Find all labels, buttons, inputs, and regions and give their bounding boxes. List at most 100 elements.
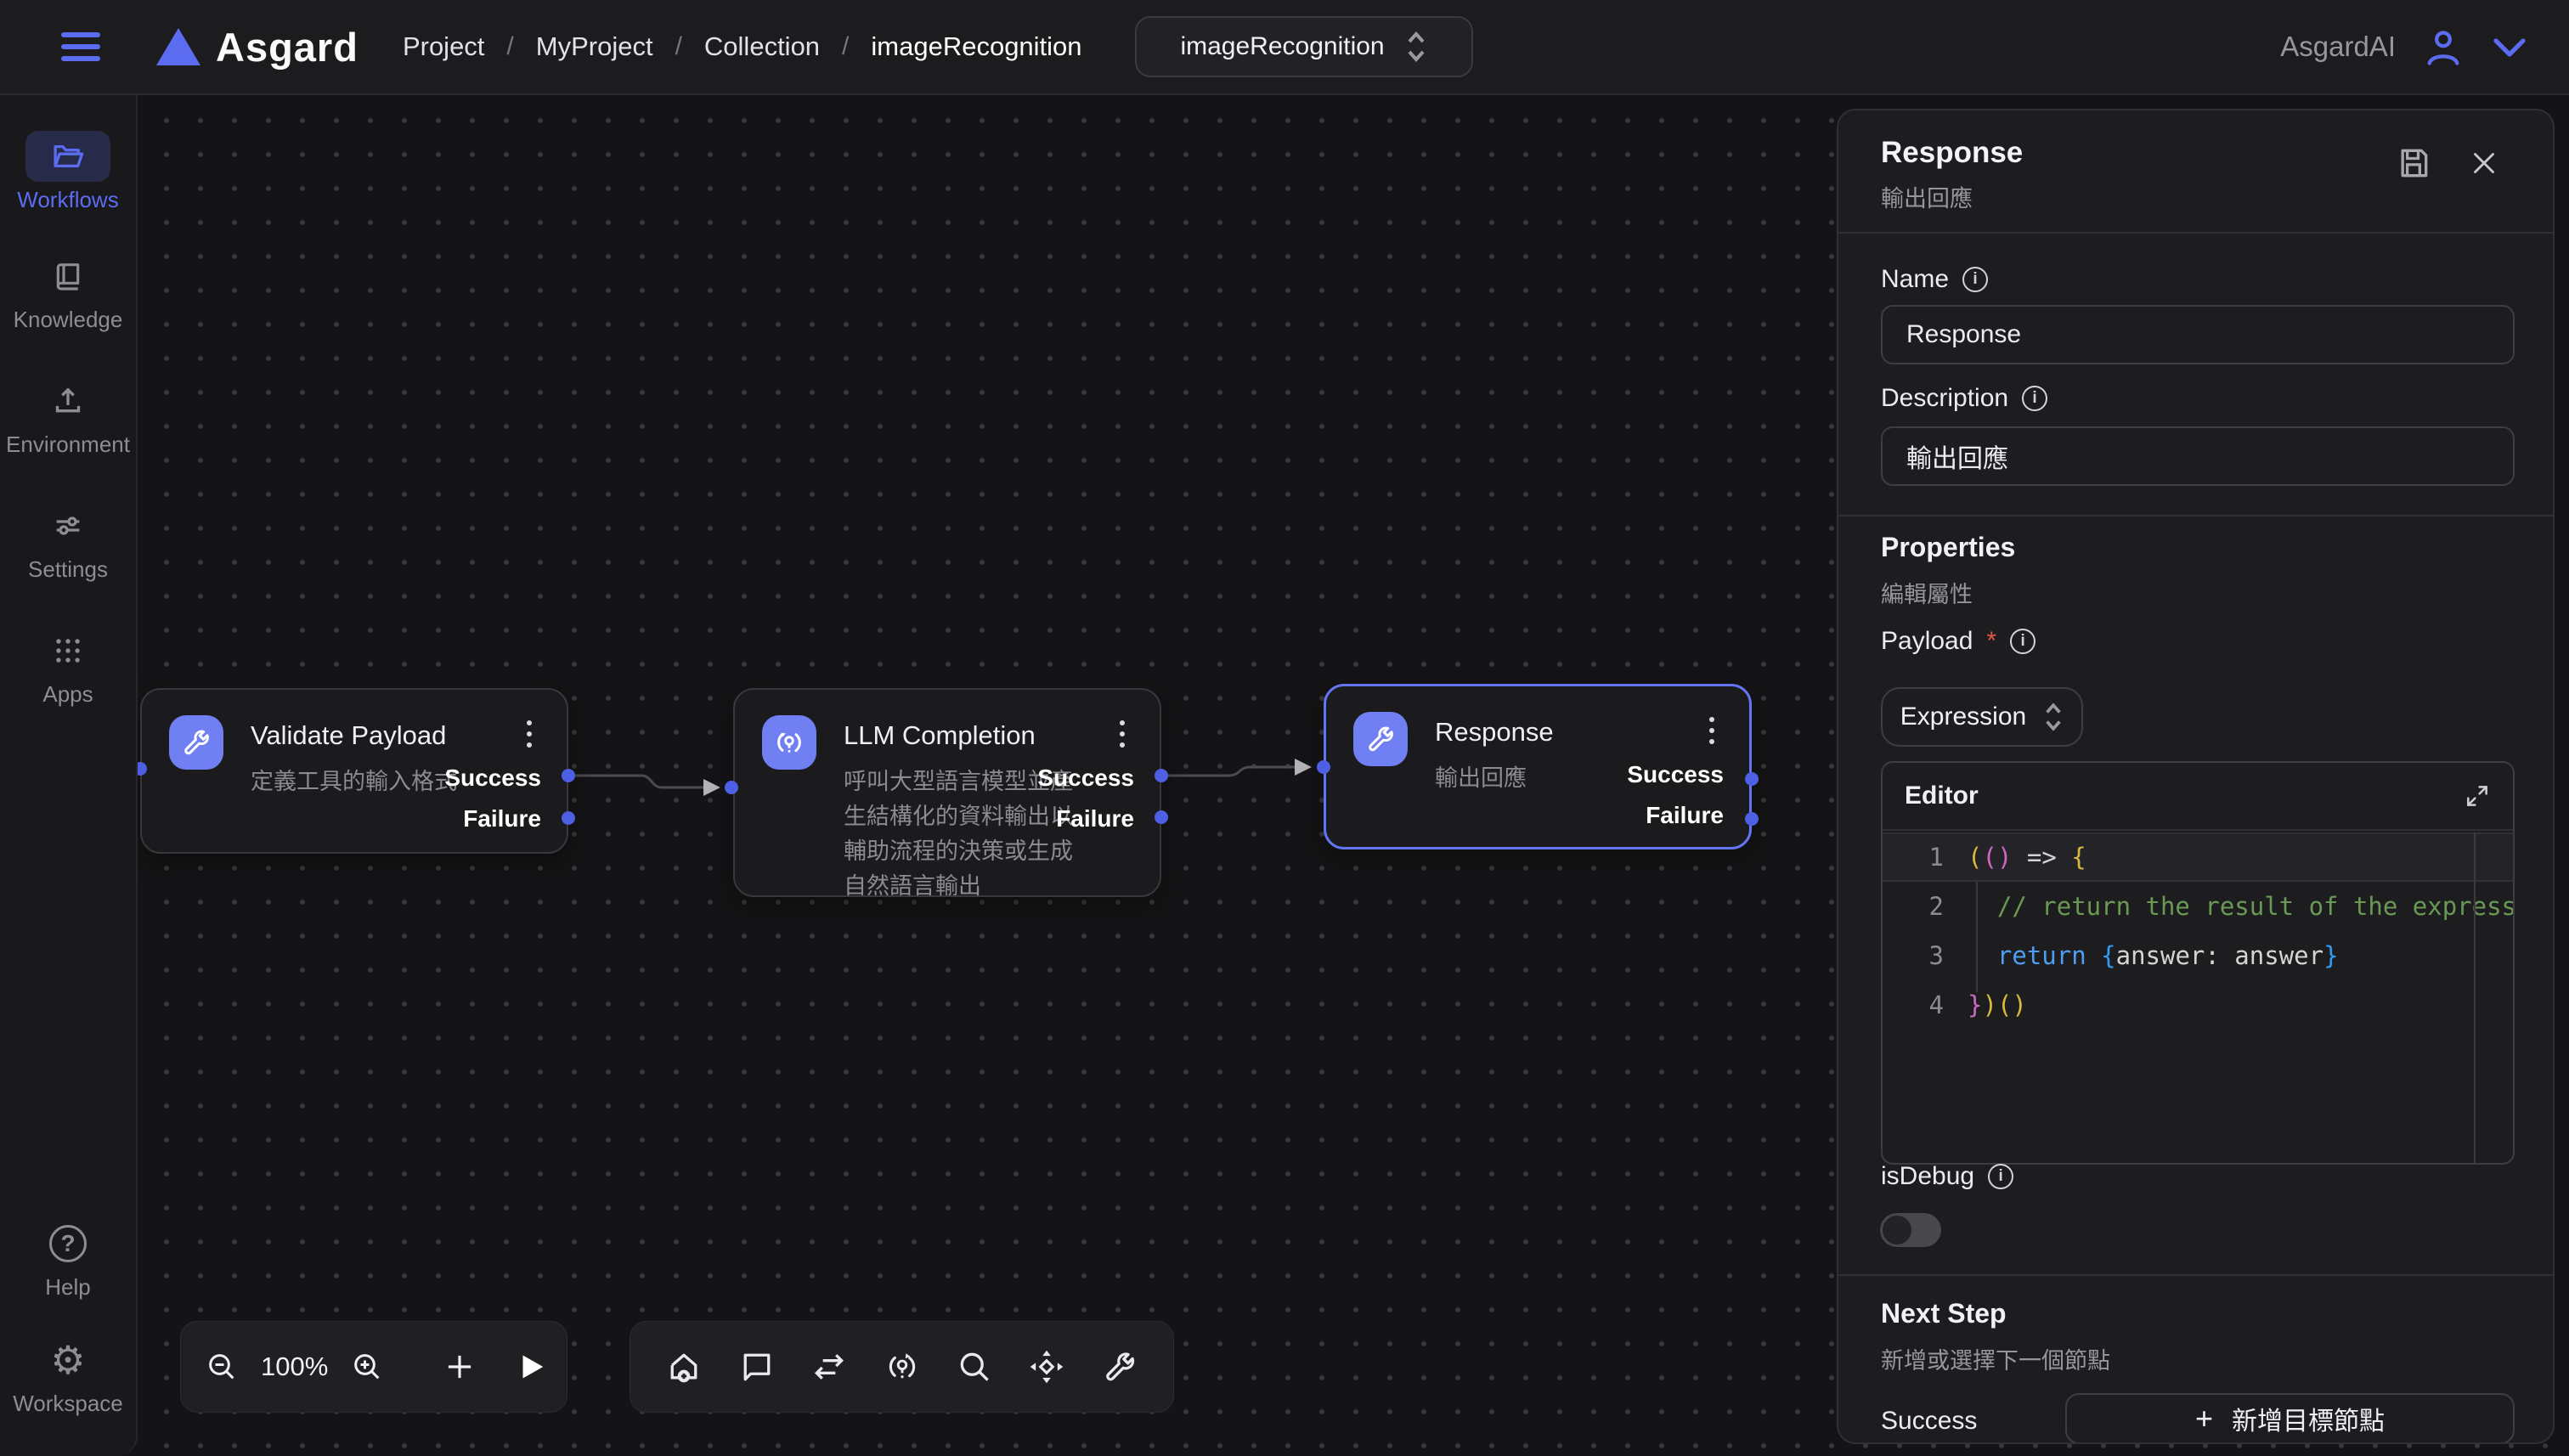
book-icon [25,251,110,302]
name-label: Namei [1881,265,1988,294]
select-updown-icon [2043,701,2064,733]
add-node-icon[interactable] [665,1348,703,1385]
node-menu-icon[interactable] [521,720,538,748]
panel-header: Response 輸出回應 [1838,110,2553,234]
user-icon[interactable] [2421,25,2465,69]
success-port-label: Success [1037,765,1134,792]
brand[interactable]: Asgard [156,24,359,71]
description-input-value: 輸出回應 [1906,437,2008,475]
gear-icon: ⚙ [50,1341,85,1379]
info-icon[interactable]: i [2010,629,2035,654]
sidebar-item-workflows[interactable]: Workflows [0,131,137,213]
logo-triangle [156,28,200,65]
sliders-icon [25,500,110,551]
success-port-label: Success [444,765,541,792]
search-icon[interactable] [956,1348,993,1385]
swap-arrows-icon[interactable] [810,1348,848,1385]
name-input-value: Response [1906,320,2021,349]
failure-port[interactable] [1745,812,1759,826]
sidebar-item-label: Workflows [17,187,118,213]
zoom-level: 100% [261,1352,328,1382]
comment-icon[interactable] [738,1348,776,1385]
failure-port-label: Failure [1056,805,1134,832]
name-input[interactable]: Response [1881,305,2515,364]
info-icon[interactable]: i [1962,267,1988,292]
brand-name: Asgard [216,24,359,71]
inspector-panel: Response 輸出回應 Namei Response Description… [1837,109,2555,1444]
sidebar-item-workspace[interactable]: ⚙ Workspace [0,1335,137,1417]
sidebar-item-settings[interactable]: Settings [0,500,137,583]
properties-title: Properties [1881,532,2015,563]
description-input[interactable]: 輸出回應 [1881,426,2515,486]
line-number: 3 [1883,931,1968,980]
hamburger-icon[interactable] [61,32,100,61]
payload-type-select[interactable]: Expression [1881,687,2083,747]
navbar: Asgard Project / MyProject / Collection … [0,0,2569,95]
breadcrumb-myproject[interactable]: MyProject [536,31,653,62]
sidebar-item-help[interactable]: ? Help [0,1218,137,1301]
wrench-icon [169,715,223,770]
wrench-icon [1353,712,1408,766]
play-icon[interactable] [515,1351,547,1383]
node-title: Response [1435,717,1554,748]
breadcrumb-collection[interactable]: Collection [704,31,820,62]
input-port[interactable] [1317,760,1330,774]
workflow-selector[interactable]: imageRecognition [1135,16,1473,77]
apps-grid-icon [25,625,110,676]
wrench-icon[interactable] [1101,1348,1138,1385]
breadcrumb-imagerecognition: imageRecognition [871,31,1081,62]
code-line[interactable]: 1(() => { [1883,832,2513,882]
sidebar-item-label: Environment [6,432,130,458]
panel-title: Response [1881,136,2023,170]
sidebar-item-environment[interactable]: Environment [0,375,137,458]
line-number: 1 [1883,832,1968,882]
add-target-node-button[interactable]: + 新增目標節點 [2065,1393,2515,1444]
add-icon[interactable] [442,1349,477,1385]
code-editor: Editor 1(() => {2 // return the result o… [1881,761,2515,1165]
chevron-down-icon[interactable] [2491,34,2528,59]
failure-port-label: Failure [463,805,541,832]
node-title: LLM Completion [844,720,1036,751]
llm-bulb-icon[interactable] [884,1348,921,1385]
zoom-out-icon[interactable] [205,1350,239,1384]
success-port-label: Success [1627,761,1724,788]
payload-type-value: Expression [1900,703,2026,731]
next-step-subtitle: 新增或選擇下一個節點 [1881,1342,2110,1375]
save-icon[interactable] [2395,144,2432,182]
expand-icon[interactable] [2464,782,2491,810]
isdebug-toggle[interactable] [1880,1213,1941,1247]
node-menu-icon[interactable] [1703,717,1720,744]
success-row-label: Success [1881,1407,1977,1436]
move-icon[interactable] [1028,1348,1065,1385]
breadcrumb-separator: / [506,32,513,61]
success-port[interactable] [1155,769,1168,782]
failure-port[interactable] [562,811,575,825]
app-root: Asgard Project / MyProject / Collection … [0,0,2569,1456]
success-port[interactable] [1745,772,1759,786]
breadcrumb-project[interactable]: Project [403,31,484,62]
folder-icon [25,131,110,182]
close-icon[interactable] [2469,148,2499,178]
info-icon[interactable]: i [1988,1164,2013,1189]
editor-scrollbar[interactable] [2474,832,2476,1163]
node-title: Validate Payload [251,720,446,751]
add-target-node-label: 新增目標節點 [2232,1400,2385,1437]
success-port[interactable] [562,769,575,782]
user-name: AsgardAI [2280,31,2396,63]
sidebar: Workflows Knowledge Environment Settings [0,95,138,1456]
input-port[interactable] [725,781,738,794]
node-menu-icon[interactable] [1114,720,1131,748]
divider [1838,1274,2553,1276]
editor-header: Editor [1883,763,2513,831]
node-validate-payload[interactable]: Validate Payload 定義工具的輸入格式 Success Failu… [140,688,568,854]
node-llm-completion[interactable]: LLM Completion 呼叫大型語言模型並產生結構化的資料輸出以輔助流程的… [733,688,1161,897]
sidebar-item-label: Workspace [13,1391,123,1417]
sidebar-item-apps[interactable]: Apps [0,625,137,708]
toggle-knob [1883,1216,1911,1244]
info-icon[interactable]: i [2022,386,2047,411]
failure-port[interactable] [1155,810,1168,824]
workflow-selector-value: imageRecognition [1180,32,1384,61]
node-response[interactable]: Response 輸出回應 Success Failure [1324,684,1752,849]
zoom-in-icon[interactable] [350,1350,384,1384]
sidebar-item-knowledge[interactable]: Knowledge [0,251,137,333]
